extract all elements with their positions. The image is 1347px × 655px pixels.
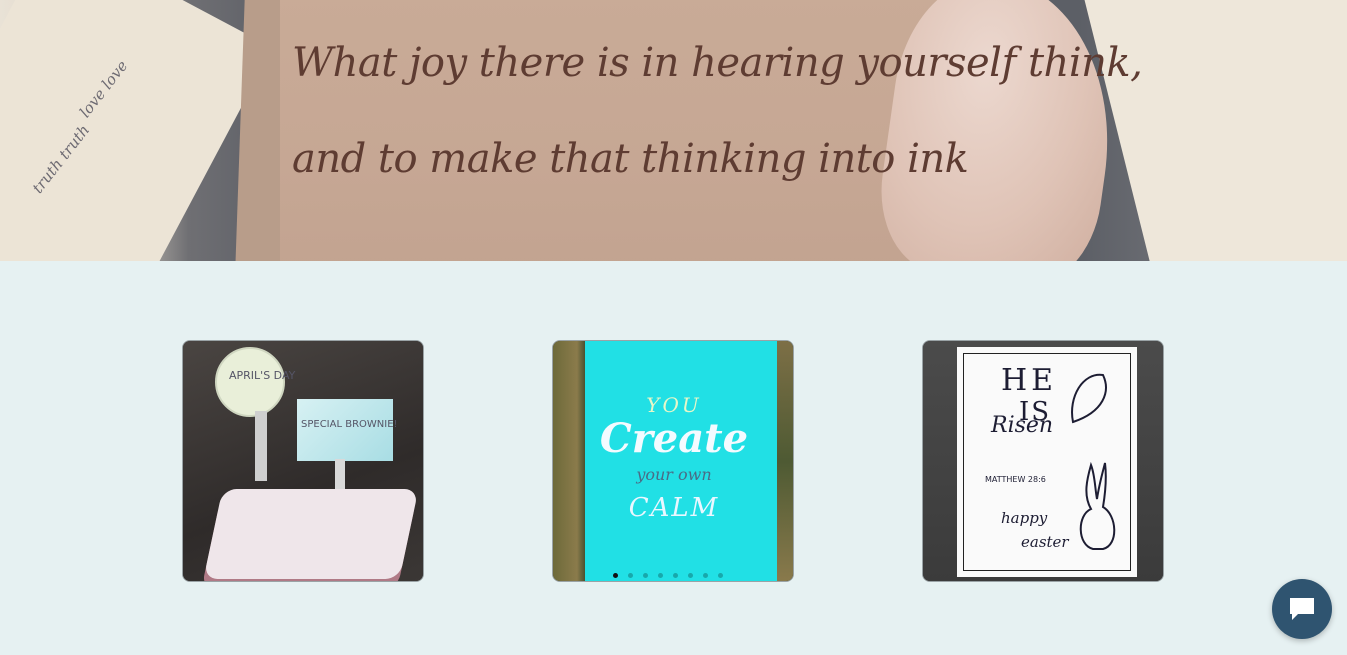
- card-lettering-calm: CALM: [628, 493, 720, 523]
- carousel-dot[interactable]: [718, 573, 723, 578]
- bunny-icon: [1079, 461, 1116, 550]
- carousel-dot[interactable]: [658, 573, 663, 578]
- card-lettering-verse: MATTHEW 28:6: [985, 475, 1046, 484]
- card-lettering-you: YOU: [646, 393, 702, 417]
- carousel-dot[interactable]: [628, 573, 633, 578]
- chat-bubble-icon: [1290, 598, 1314, 620]
- card-lettering-create: Create: [599, 415, 749, 462]
- card-lettering-easter: easter: [1021, 533, 1069, 551]
- card-sign-text: APRIL'S DAY: [229, 369, 296, 382]
- hero-banner: truth truth love love What joy there is …: [0, 0, 1347, 261]
- gallery-card-he-is-risen[interactable]: HE IS Risen MATTHEW 28:6 happy easter: [922, 340, 1164, 582]
- carousel-dots: [613, 573, 723, 578]
- gallery-card-create-calm[interactable]: YOU Create your own CALM: [552, 340, 794, 582]
- leaf-icon: [1071, 373, 1107, 424]
- card-lettering-your-own: your own: [636, 465, 712, 484]
- card-lettering-happy: happy: [1001, 509, 1048, 527]
- card-lettering-he: HE: [1001, 363, 1058, 398]
- carousel-dot[interactable]: [613, 573, 618, 578]
- carousel-dot[interactable]: [673, 573, 678, 578]
- hero-paper-left: [0, 0, 273, 261]
- card-brownie-tray: [203, 489, 419, 579]
- card-rect-sign: [297, 399, 393, 461]
- gallery-card-april-fools[interactable]: APRIL'S DAY SPECIAL BROWNIE!: [182, 340, 424, 582]
- carousel-dot[interactable]: [688, 573, 693, 578]
- card-sign-text: SPECIAL BROWNIE!: [301, 419, 398, 430]
- carousel-dot[interactable]: [643, 573, 648, 578]
- carousel-dot[interactable]: [703, 573, 708, 578]
- chat-launcher-button[interactable]: [1272, 579, 1332, 639]
- hero-quote-line-1: What joy there is in hearing yourself th…: [292, 40, 1143, 86]
- hero-quote-line-2: and to make that thinking into ink: [292, 136, 969, 182]
- card-lettering-risen: Risen: [991, 413, 1054, 438]
- card-circle-sign: [215, 347, 285, 417]
- card-sign-stick: [255, 411, 267, 481]
